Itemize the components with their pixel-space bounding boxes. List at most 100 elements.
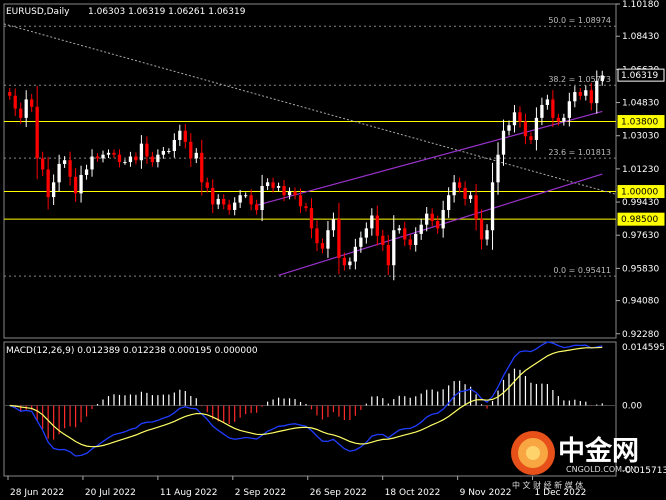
candle-body bbox=[496, 154, 500, 183]
candle-body bbox=[282, 186, 286, 196]
candle-body bbox=[211, 187, 215, 205]
symbol-label: EURUSD,Daily bbox=[6, 7, 70, 17]
candle-body bbox=[51, 182, 56, 198]
price-tick-3: 1.04830 bbox=[622, 99, 659, 109]
candle-body bbox=[189, 141, 193, 159]
candle-body bbox=[205, 182, 209, 188]
candle-body bbox=[13, 95, 17, 109]
candle-body bbox=[474, 195, 478, 220]
candle-body bbox=[276, 186, 281, 188]
candle-body bbox=[364, 228, 368, 238]
candle-body bbox=[73, 176, 78, 194]
candle-body bbox=[342, 257, 347, 266]
candle-body bbox=[490, 182, 495, 231]
candle-body bbox=[392, 230, 396, 266]
time-tick-6: 9 Nov 2022 bbox=[460, 488, 512, 498]
candle-body bbox=[370, 215, 374, 229]
candle-body bbox=[183, 130, 187, 142]
candle-body bbox=[589, 90, 593, 104]
channel-lower-line bbox=[278, 173, 603, 276]
price-tick-9: 0.94080 bbox=[622, 297, 659, 307]
candle-body bbox=[139, 143, 144, 161]
candle-body bbox=[419, 224, 423, 234]
macd-tick-0: 0.014595 bbox=[622, 343, 665, 353]
candle-body bbox=[298, 195, 303, 207]
time-tick-1: 20 Jul 2022 bbox=[85, 488, 136, 498]
candle-body bbox=[254, 204, 259, 210]
macd-signal-line bbox=[9, 346, 603, 448]
candle-body bbox=[101, 154, 105, 159]
candle-body bbox=[304, 206, 308, 209]
candle-body bbox=[507, 125, 511, 131]
candle-body bbox=[452, 182, 456, 196]
candle-body bbox=[178, 130, 182, 140]
candle-body bbox=[90, 156, 94, 170]
price-tick-7: 0.97630 bbox=[622, 231, 659, 241]
candle-body bbox=[562, 117, 566, 122]
time-tick-4: 26 Sep 2022 bbox=[310, 488, 367, 498]
candle-body bbox=[403, 228, 407, 240]
price-box-label-0: 1.06319 bbox=[621, 71, 658, 81]
candle-body bbox=[68, 160, 72, 177]
candle-body bbox=[156, 154, 160, 163]
candle-body bbox=[260, 186, 264, 210]
candle-body bbox=[331, 219, 336, 231]
logo-core-icon bbox=[526, 446, 540, 460]
candle-body bbox=[578, 92, 582, 96]
price-box-label-2: 1.00000 bbox=[621, 188, 658, 198]
candle-body bbox=[600, 75, 604, 82]
candle-body bbox=[8, 92, 12, 96]
candle-body bbox=[436, 221, 440, 229]
price-tick-10: 0.92280 bbox=[622, 330, 659, 340]
candle-body bbox=[430, 213, 434, 222]
ohlc-readout: 1.06303 1.06319 1.06261 1.06319 bbox=[88, 7, 246, 17]
candle-body bbox=[62, 160, 67, 164]
time-tick-5: 18 Oct 2022 bbox=[385, 488, 441, 498]
candle-body bbox=[573, 92, 577, 102]
candle-body bbox=[216, 198, 220, 205]
candle-body bbox=[30, 99, 34, 107]
candle-body bbox=[194, 152, 198, 159]
candle-body bbox=[271, 182, 275, 188]
candle-body bbox=[441, 209, 445, 229]
candle-body bbox=[326, 230, 330, 249]
candle-body bbox=[408, 239, 412, 245]
candle-body bbox=[46, 169, 50, 198]
candle-body bbox=[353, 246, 358, 262]
candle-body bbox=[375, 215, 379, 236]
candle-body bbox=[425, 213, 429, 225]
candle-body bbox=[501, 130, 506, 155]
price-tick-1: 1.08430 bbox=[622, 32, 659, 42]
candle-body bbox=[35, 106, 39, 159]
candle-body bbox=[222, 198, 226, 205]
candle-body bbox=[117, 154, 122, 163]
candle-body bbox=[479, 219, 484, 240]
price-panel-frame bbox=[3, 3, 617, 339]
candle-body bbox=[128, 156, 133, 163]
candle-body bbox=[172, 139, 176, 152]
candle-body bbox=[468, 195, 473, 199]
candle-body bbox=[287, 191, 292, 196]
price-tick-6: 0.99430 bbox=[622, 198, 659, 208]
fib-label-3: 0.0 = 0.95411 bbox=[553, 266, 611, 275]
candle-body bbox=[320, 243, 325, 249]
candle-body bbox=[123, 162, 127, 164]
candle-body bbox=[106, 152, 111, 155]
candle-body bbox=[457, 182, 462, 188]
candle-body bbox=[24, 99, 28, 118]
candle-body bbox=[485, 230, 489, 240]
price-tick-8: 0.95830 bbox=[622, 264, 659, 274]
candle-body bbox=[309, 208, 314, 229]
candle-body bbox=[265, 182, 270, 187]
candle-body bbox=[551, 99, 555, 118]
candle-body bbox=[556, 117, 561, 122]
candle-body bbox=[41, 158, 45, 170]
candle-body bbox=[244, 195, 248, 197]
candle-body bbox=[567, 101, 571, 118]
macd-line bbox=[9, 341, 603, 457]
price-box-label-3: 0.98500 bbox=[621, 215, 658, 225]
candle-body bbox=[523, 121, 528, 137]
overlay-lines: 50.0 = 1.0897438.2 = 1.0577323.6 = 1.018… bbox=[3, 16, 617, 277]
macd-title: MACD(12,26,9) 0.012389 0.012238 0.000195… bbox=[6, 346, 258, 356]
candle-body bbox=[348, 261, 352, 266]
